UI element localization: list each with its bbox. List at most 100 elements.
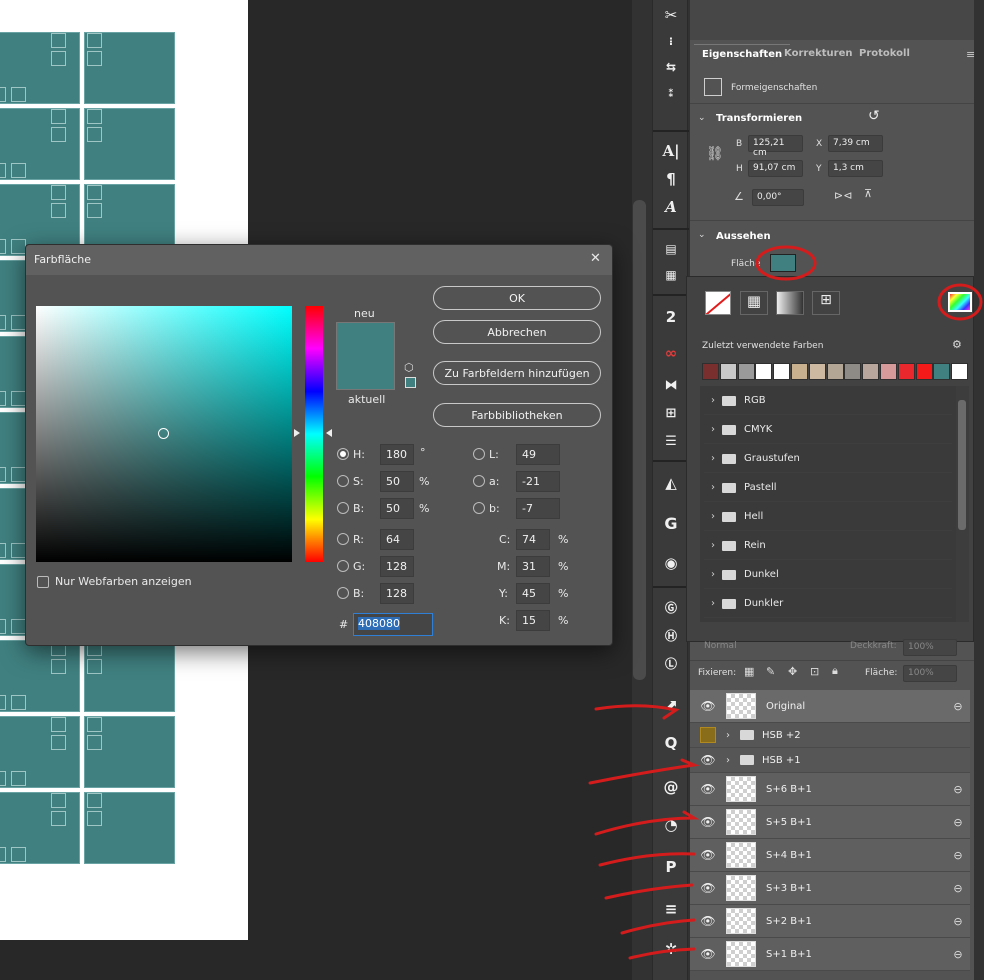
eye-icon[interactable]: 👁︎ bbox=[690, 848, 726, 862]
recent-color-swatch[interactable] bbox=[808, 363, 826, 380]
a-channel-radio[interactable] bbox=[473, 475, 485, 487]
recent-color-swatch[interactable] bbox=[719, 363, 737, 380]
link-icon[interactable]: ∞ bbox=[657, 340, 685, 366]
saturation-radio[interactable] bbox=[337, 475, 349, 487]
link-icon[interactable]: ⊖ bbox=[946, 700, 970, 713]
dialog-title-bar[interactable] bbox=[26, 245, 612, 275]
magenta-field[interactable]: 31 bbox=[516, 556, 550, 577]
recent-color-swatch[interactable] bbox=[862, 363, 880, 380]
hidden-visibility-box[interactable] bbox=[690, 727, 726, 743]
recent-color-swatch[interactable] bbox=[844, 363, 862, 380]
guide-l-icon[interactable]: Ⓛ bbox=[657, 650, 685, 676]
recent-color-swatch[interactable] bbox=[826, 363, 844, 380]
lock-all-icon[interactable]: 🔒︎ bbox=[832, 664, 838, 678]
flip-icon[interactable]: ⧓ bbox=[657, 372, 685, 398]
swatch-group-item[interactable]: › Dunkel bbox=[704, 561, 952, 589]
yellow-field[interactable]: 45 bbox=[516, 583, 550, 604]
eye-icon[interactable]: 👁︎ bbox=[690, 753, 726, 767]
cube-gamut-icon[interactable]: ⬡ bbox=[404, 361, 414, 374]
recent-color-swatch[interactable] bbox=[737, 363, 755, 380]
width-field[interactable]: 125,21 cm bbox=[748, 135, 803, 158]
eye-icon[interactable]: 👁︎ bbox=[690, 914, 726, 928]
link-icon[interactable]: ⊖ bbox=[946, 783, 970, 796]
tab-korrekturen[interactable]: Korrekturen bbox=[776, 44, 860, 68]
lines-plugin-icon[interactable]: ≡ bbox=[657, 896, 685, 922]
chevron-right-icon[interactable]: › bbox=[726, 730, 740, 741]
chevron-down-icon[interactable]: ⌄ bbox=[698, 113, 706, 123]
fill-color-swatch[interactable] bbox=[770, 254, 796, 272]
green-radio[interactable] bbox=[337, 560, 349, 572]
chevron-right-icon[interactable]: › bbox=[726, 755, 740, 766]
no-color-icon[interactable] bbox=[705, 291, 731, 315]
a-channel-field[interactable]: -21 bbox=[516, 471, 560, 492]
solid-color-icon[interactable]: ▦ bbox=[740, 291, 768, 315]
layer-group-row[interactable]: 👁︎ › HSB +1 bbox=[690, 748, 970, 773]
brightness-radio[interactable] bbox=[337, 502, 349, 514]
gauge-plugin-icon[interactable]: ◔ bbox=[657, 812, 685, 838]
green-field[interactable]: 128 bbox=[380, 556, 414, 577]
paragraph-icon[interactable]: ¶ bbox=[657, 166, 685, 192]
flip-vertical-icon[interactable]: ⊼ bbox=[864, 187, 872, 200]
lock-pixels-icon[interactable]: ✎ bbox=[766, 665, 775, 678]
hue-slider-right-handle[interactable] bbox=[326, 429, 332, 437]
tab-protokoll[interactable]: Protokoll bbox=[851, 44, 918, 68]
eye-icon[interactable]: 👁︎ bbox=[690, 699, 726, 713]
chevron-down-icon[interactable]: ⌄ bbox=[698, 230, 706, 240]
q-plugin-icon[interactable]: Q bbox=[657, 730, 685, 756]
layer-row[interactable]: 👁︎ S+5 B+1 ⊖ bbox=[690, 806, 970, 839]
blue-field[interactable]: 128 bbox=[380, 583, 414, 604]
color-field-cursor[interactable] bbox=[158, 428, 169, 439]
character-icon[interactable]: A| bbox=[657, 138, 685, 164]
link-icon[interactable]: ⊖ bbox=[946, 882, 970, 895]
swatch-group-item[interactable]: › RGB bbox=[704, 387, 952, 415]
color-picker-icon[interactable] bbox=[948, 292, 972, 312]
canvas-vertical-scrollbar[interactable] bbox=[633, 200, 646, 680]
pattern-icon[interactable]: ⊞ bbox=[812, 291, 840, 315]
hex-field[interactable]: 408080 bbox=[353, 613, 433, 636]
link-icon[interactable]: ⊖ bbox=[946, 816, 970, 829]
eye-icon[interactable]: 👁︎ bbox=[690, 947, 726, 961]
align-icon[interactable]: ☰ bbox=[657, 428, 685, 454]
link-icon[interactable]: ⊖ bbox=[946, 948, 970, 961]
web-safe-swatch-icon[interactable] bbox=[405, 377, 416, 388]
layer-row[interactable]: 👁︎ S+4 B+1 ⊖ bbox=[690, 839, 970, 872]
hue-field[interactable]: 180 bbox=[380, 444, 414, 465]
adjust-icon[interactable]: ⇆ bbox=[657, 54, 685, 80]
angle-field[interactable]: 0,00° bbox=[752, 189, 804, 206]
eye-icon[interactable]: 👁︎ bbox=[690, 815, 726, 829]
scissors-icon[interactable]: ✂ bbox=[657, 2, 685, 28]
recent-color-swatch[interactable] bbox=[897, 363, 915, 380]
black-field[interactable]: 15 bbox=[516, 610, 550, 631]
current-color-preview[interactable] bbox=[336, 356, 395, 390]
recent-color-swatch[interactable] bbox=[880, 363, 897, 380]
add-to-swatches-button[interactable]: Zu Farbfeldern hinzufügen bbox=[433, 361, 601, 385]
recent-color-swatch[interactable] bbox=[791, 363, 808, 380]
swatch-group-item[interactable]: › CMYK bbox=[704, 416, 952, 444]
layer-row[interactable]: 👁︎ S+3 B+1 ⊖ bbox=[690, 872, 970, 905]
recent-color-swatch[interactable] bbox=[702, 363, 719, 380]
hue-radio[interactable] bbox=[337, 448, 349, 460]
lock-position-icon[interactable]: ✥ bbox=[788, 665, 797, 678]
link-dimensions-icon[interactable]: ⛓ bbox=[706, 146, 724, 162]
lock-transparency-icon[interactable]: ▦ bbox=[744, 665, 754, 678]
height-field[interactable]: 91,07 cm bbox=[748, 160, 803, 177]
y-field[interactable]: 1,3 cm bbox=[828, 160, 883, 177]
recent-color-swatch[interactable] bbox=[915, 363, 933, 380]
link-icon[interactable]: ⊖ bbox=[946, 915, 970, 928]
b-channel-field[interactable]: -7 bbox=[516, 498, 560, 519]
swatch-group-item[interactable]: › Graustufen bbox=[704, 445, 952, 473]
cancel-button[interactable]: Abbrechen bbox=[433, 320, 601, 344]
recent-color-swatch[interactable] bbox=[755, 363, 773, 380]
hue-slider[interactable] bbox=[305, 306, 323, 562]
recent-color-swatch[interactable] bbox=[773, 363, 791, 380]
p-plugin-icon[interactable]: P bbox=[657, 854, 685, 880]
link-icon[interactable]: ⊖ bbox=[946, 849, 970, 862]
plugin-2-icon[interactable]: 2 bbox=[657, 304, 685, 330]
glyph-icon[interactable]: A bbox=[657, 194, 685, 220]
blend-mode-select[interactable]: Normal bbox=[704, 641, 737, 651]
g-plugin-icon[interactable]: G bbox=[657, 510, 685, 536]
swatch-list-scrollbar[interactable] bbox=[956, 386, 969, 622]
layer-row[interactable]: 👁︎ S+6 B+1 ⊖ bbox=[690, 773, 970, 806]
swatch-group-item[interactable]: › Hell bbox=[704, 503, 952, 531]
lightness-radio[interactable] bbox=[473, 448, 485, 460]
